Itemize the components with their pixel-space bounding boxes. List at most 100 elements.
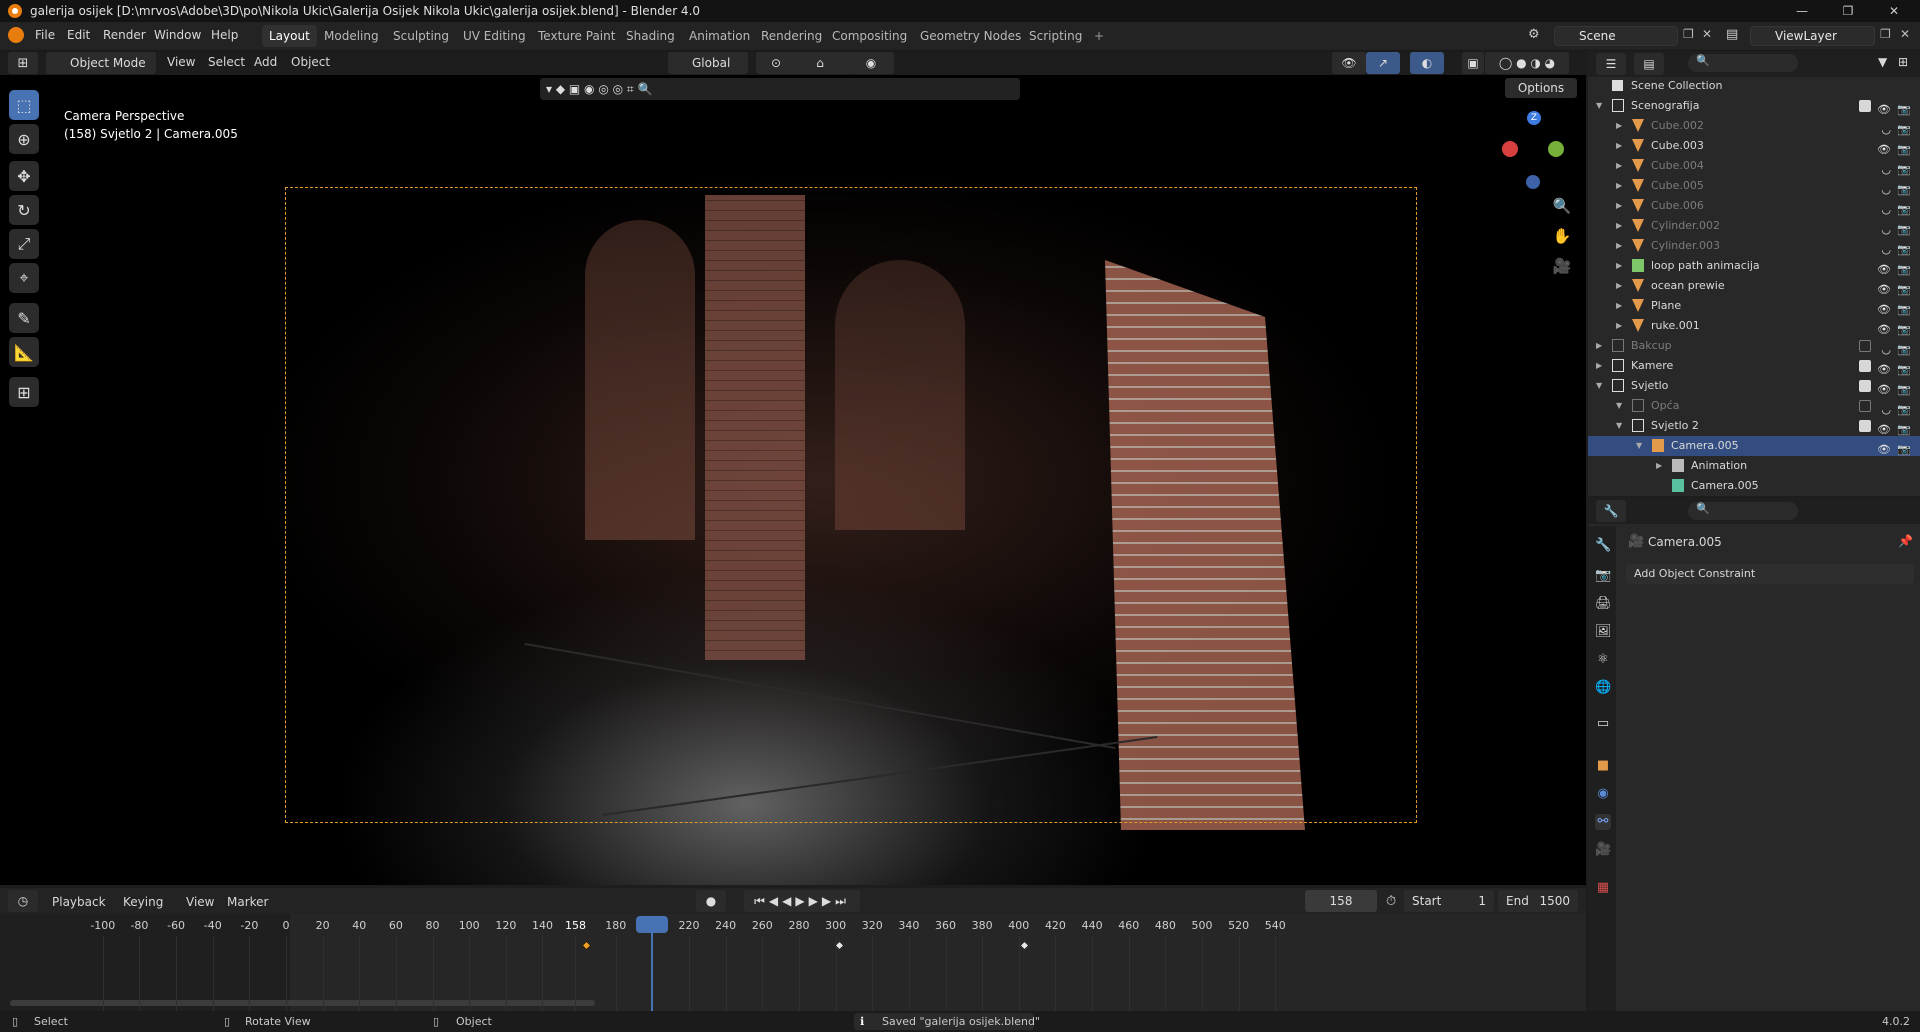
- scene-tab-icon[interactable]: ⚛: [1595, 652, 1611, 668]
- outliner-row[interactable]: ▼ Svjetlo 👁 📷: [1588, 376, 1920, 396]
- menu-window[interactable]: Window: [154, 28, 201, 42]
- add-object-constraint-button[interactable]: Add Object Constraint: [1626, 564, 1914, 584]
- mode-select[interactable]: Object Mode: [46, 52, 156, 74]
- copy-scene-icon[interactable]: ❐: [1683, 27, 1694, 41]
- expand-toggle-icon[interactable]: ▶: [1616, 276, 1622, 296]
- outliner-row[interactable]: ▶ Cube.003 👁 📷: [1588, 136, 1920, 156]
- proportional-edit-icon[interactable]: ◉: [848, 52, 894, 74]
- outliner-row[interactable]: ▶ Cylinder.002 ◡ 📷: [1588, 216, 1920, 236]
- minimize-button[interactable]: —: [1779, 0, 1825, 22]
- copy-viewlayer-icon[interactable]: ❐: [1880, 27, 1891, 41]
- tab-geometry-nodes[interactable]: Geometry Nodes: [913, 25, 1028, 47]
- properties-search-input[interactable]: 🔍: [1688, 502, 1798, 520]
- expand-toggle-icon[interactable]: ▶: [1616, 216, 1622, 236]
- vp-menu-select[interactable]: Select: [208, 55, 245, 69]
- object-tab-icon[interactable]: ■: [1595, 758, 1611, 774]
- exclude-checkbox[interactable]: [1859, 400, 1871, 412]
- display-mode-icon[interactable]: ▤: [1634, 53, 1664, 75]
- outliner-row[interactable]: ▼ Opća ◡ 📷: [1588, 396, 1920, 416]
- outliner-row[interactable]: ▶ Cube.002 ◡ 📷: [1588, 116, 1920, 136]
- start-frame-field[interactable]: Start 1: [1404, 890, 1494, 912]
- tab-layout[interactable]: Layout: [262, 25, 317, 47]
- pin-icon[interactable]: 📌: [1898, 534, 1913, 548]
- tab-sculpting[interactable]: Sculpting: [386, 25, 456, 47]
- outliner-row[interactable]: ▶ Bakcup ◡ 📷: [1588, 336, 1920, 356]
- vp-menu-add[interactable]: Add: [254, 55, 277, 69]
- cursor-tool-icon[interactable]: ⊕: [9, 124, 39, 154]
- menu-file[interactable]: File: [35, 28, 55, 42]
- current-frame-field[interactable]: 158: [1305, 890, 1377, 912]
- vp-menu-view[interactable]: View: [167, 55, 195, 69]
- expand-toggle-icon[interactable]: ▼: [1596, 96, 1602, 116]
- overlay-toggle-icon[interactable]: ◐: [1410, 52, 1444, 74]
- scene-icon[interactable]: ⚙: [1528, 27, 1540, 42]
- snap-icon[interactable]: ⌂: [790, 52, 850, 74]
- 3d-viewport[interactable]: Camera Perspective (158) Svjetlo 2 | Cam…: [0, 75, 1586, 885]
- exclude-checkbox[interactable]: [1859, 380, 1871, 392]
- expand-toggle-icon[interactable]: ▶: [1616, 156, 1622, 176]
- expand-toggle-icon[interactable]: ▶: [1656, 456, 1662, 476]
- expand-toggle-icon[interactable]: ▶: [1616, 236, 1622, 256]
- record-icon[interactable]: ●: [696, 890, 726, 912]
- texture-tab-icon[interactable]: ▦: [1595, 880, 1611, 896]
- annotate-tool-icon[interactable]: ✎: [9, 303, 39, 333]
- expand-toggle-icon[interactable]: ▶: [1616, 176, 1622, 196]
- scene-collection-row[interactable]: Scene Collection: [1588, 76, 1920, 96]
- filter-icon[interactable]: ▼: [1878, 55, 1887, 69]
- rotate-tool-icon[interactable]: ↻: [9, 195, 39, 225]
- outliner-row[interactable]: Camera.005: [1588, 476, 1920, 496]
- maximize-button[interactable]: ❐: [1825, 0, 1871, 22]
- viewlayer-icon[interactable]: ▤: [1726, 27, 1738, 42]
- tab-compositing[interactable]: Compositing: [825, 25, 914, 47]
- playback-controls-icon[interactable]: ⏮◀◀▶▶▶⏭: [744, 890, 860, 912]
- playhead-marker[interactable]: [636, 916, 668, 933]
- exclude-checkbox[interactable]: [1859, 420, 1871, 432]
- camera-view-icon[interactable]: 🎥: [1549, 253, 1575, 279]
- tab-shading[interactable]: Shading: [619, 25, 682, 47]
- playhead-line[interactable]: [651, 933, 653, 1011]
- new-collection-icon[interactable]: ⊞: [1898, 55, 1908, 69]
- move-tool-icon[interactable]: ✥: [9, 161, 39, 191]
- tab-scripting[interactable]: Scripting: [1022, 25, 1089, 47]
- tab-animation[interactable]: Animation: [682, 25, 757, 47]
- end-frame-field[interactable]: End 1500: [1498, 890, 1578, 912]
- render-tab-icon[interactable]: 📷: [1595, 568, 1611, 584]
- remove-scene-icon[interactable]: ✕: [1702, 27, 1712, 41]
- orientation-select[interactable]: Global: [668, 52, 748, 74]
- tl-menu-view[interactable]: View: [186, 895, 214, 909]
- add-cube-tool-icon[interactable]: ⊞: [9, 377, 39, 407]
- remove-viewlayer-icon[interactable]: ✕: [1900, 27, 1910, 41]
- close-button[interactable]: ✕: [1871, 0, 1917, 22]
- output-tab-icon[interactable]: 🖨: [1595, 596, 1612, 612]
- outliner-row[interactable]: ▶ Cube.005 ◡ 📷: [1588, 176, 1920, 196]
- outliner-row[interactable]: ▶ Animation: [1588, 456, 1920, 476]
- menu-render[interactable]: Render: [103, 28, 146, 42]
- timeline-editor-icon[interactable]: ◷: [8, 890, 38, 912]
- outliner-row[interactable]: ▼ Scenografija 👁 📷: [1588, 96, 1920, 116]
- vp-menu-object[interactable]: Object: [291, 55, 330, 69]
- outliner-row[interactable]: ▶ ruke.001 👁 📷: [1588, 316, 1920, 336]
- object-data-tab-icon[interactable]: 🎥: [1595, 842, 1611, 858]
- properties-editor[interactable]: 🔧 🔍 🎥 Camera.005 📌 Add Object Constraint: [1588, 498, 1920, 1011]
- properties-editor-icon[interactable]: 🔧: [1596, 500, 1626, 522]
- outliner-editor-icon[interactable]: ☰: [1596, 53, 1626, 75]
- gizmo-y-icon[interactable]: [1548, 141, 1564, 157]
- expand-toggle-icon[interactable]: ▶: [1596, 336, 1602, 356]
- expand-toggle-icon[interactable]: ▶: [1616, 256, 1622, 276]
- tab-rendering[interactable]: Rendering: [754, 25, 829, 47]
- outliner-row[interactable]: ▶ Kamere 👁 📷: [1588, 356, 1920, 376]
- gizmo-x-icon[interactable]: [1502, 141, 1518, 157]
- add-workspace-button[interactable]: +: [1087, 25, 1111, 47]
- gizmo-z-icon[interactable]: Z: [1527, 111, 1541, 125]
- tl-menu-playback[interactable]: Playback: [52, 895, 106, 909]
- tl-menu-marker[interactable]: Marker: [227, 895, 268, 909]
- exclude-checkbox[interactable]: [1859, 100, 1871, 112]
- tab-uv-editing[interactable]: UV Editing: [456, 25, 533, 47]
- exclude-checkbox[interactable]: [1859, 360, 1871, 372]
- outliner-row[interactable]: ▼ Svjetlo 2 👁 📷: [1588, 416, 1920, 436]
- expand-toggle-icon[interactable]: ▶: [1616, 116, 1622, 136]
- expand-toggle-icon[interactable]: ▼: [1596, 376, 1602, 396]
- zoom-icon[interactable]: 🔍: [1549, 193, 1575, 219]
- scale-tool-icon[interactable]: ⤢: [9, 229, 39, 259]
- outliner-row[interactable]: ▶ Cube.004 ◡ 📷: [1588, 156, 1920, 176]
